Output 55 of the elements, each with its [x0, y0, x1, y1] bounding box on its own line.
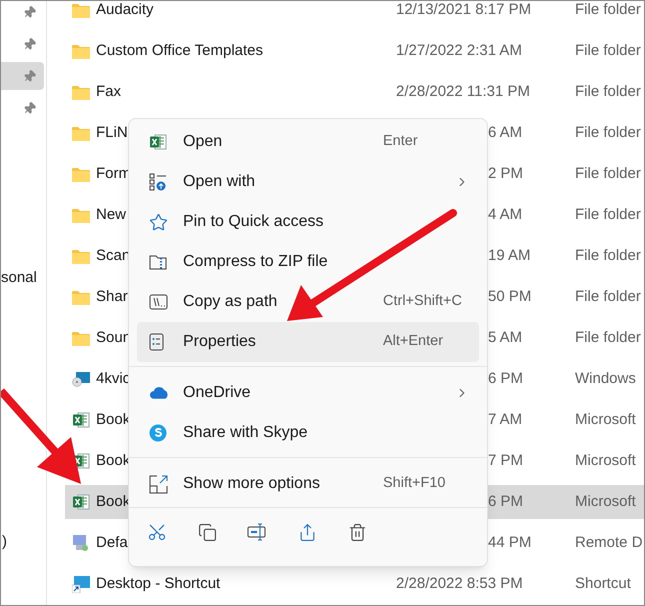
menu-label: Open with [183, 172, 256, 192]
file-type: File folder [575, 122, 641, 143]
menu-label: Compress to ZIP file [183, 252, 329, 272]
file-date: 50 PM [488, 288, 532, 305]
file-date: 6 AM [488, 124, 522, 141]
file-type: File folder [575, 286, 641, 307]
shortcut-text: Alt+Enter [383, 332, 444, 352]
shortcut-text: Ctrl+Shift+C [383, 292, 462, 312]
file-type: Microsoft [575, 450, 636, 471]
file-date: 6 PM [488, 492, 524, 510]
file-date: 2 PM [488, 164, 524, 182]
file-date: 6 PM [488, 370, 524, 387]
shortcut-text: Shift+F10 [383, 474, 446, 494]
file-name: Defa [96, 534, 128, 551]
file-type: Microsoft [575, 492, 636, 512]
file-name: Book [96, 452, 130, 469]
file-name: Fax [96, 82, 122, 100]
file-name: Custom Office Templates [96, 42, 264, 59]
menu-label: Share with Skype [183, 423, 309, 443]
file-date: 2/28/2022 8:53 PM [396, 574, 523, 592]
file-date: 19 AM [488, 246, 531, 264]
file-type: File folder [575, 204, 641, 225]
file-type: Microsoft [575, 410, 636, 430]
file-type: File folder [575, 328, 641, 348]
file-type: Remote D [575, 532, 643, 553]
file-type: File folder [575, 164, 641, 184]
file-type: File folder [575, 40, 641, 61]
file-type: File folder [575, 82, 641, 102]
menu-label: Pin to Quick access [183, 212, 324, 232]
file-name: Shar [96, 288, 128, 305]
file-date: 12/13/2021 8:17 PM [396, 1, 532, 18]
file-date: 2/28/2022 11:31 PM [396, 82, 530, 100]
file-date: 1/27/2022 2:31 AM [396, 42, 522, 59]
file-name: Desktop - Shortcut [96, 574, 220, 592]
menu-label: Show more options [183, 474, 321, 494]
file-name: 4kvic [96, 370, 130, 387]
file-date: 4 AM [488, 206, 522, 223]
file-date: 44 PM [488, 534, 532, 551]
menu-label: Open [183, 132, 224, 152]
file-name: Book [96, 410, 130, 428]
file-type: Shortcut [575, 574, 631, 594]
shortcut-text: Enter [383, 132, 418, 152]
file-name: New [96, 206, 126, 223]
menu-label: Copy as path [183, 292, 278, 312]
file-date: 7 PM [488, 452, 524, 469]
file-name: Audacity [96, 1, 154, 18]
file-name: FLiN [96, 124, 128, 141]
file-date: 7 AM [488, 410, 522, 428]
menu-label: OneDrive [183, 383, 252, 403]
menu-label: Properties [183, 332, 257, 352]
file-date: 5 AM [488, 328, 522, 346]
file-type: Windows [575, 368, 636, 389]
file-name: Book [96, 492, 130, 510]
file-type: File folder [575, 1, 641, 20]
file-type: File folder [575, 246, 641, 266]
